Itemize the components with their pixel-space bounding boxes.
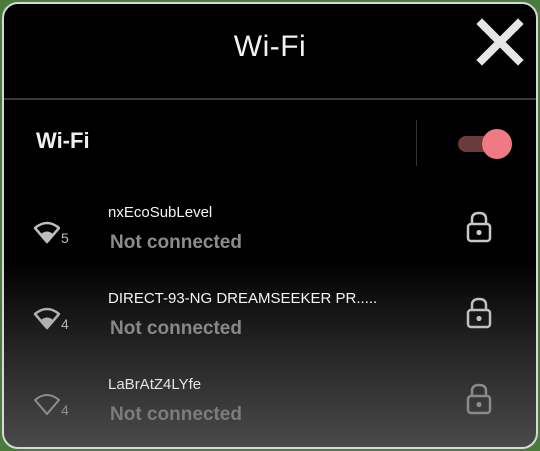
wifi-dialog: Wi-Fi Wi-Fi 5 nxEcoSubLevel Not connecte… xyxy=(2,2,538,449)
network-name: nxEcoSubLevel xyxy=(108,204,213,221)
divider xyxy=(416,120,417,166)
network-item[interactable]: 4 LaBrAtZ4LYfe Not connected xyxy=(4,362,536,447)
signal-number: 5 xyxy=(61,230,69,246)
lock-icon xyxy=(464,382,494,416)
signal-number: 4 xyxy=(61,402,69,418)
toggle-knob xyxy=(482,129,512,159)
network-status: Not connected xyxy=(110,232,242,253)
wifi-toggle-label: Wi-Fi xyxy=(36,128,90,153)
network-status: Not connected xyxy=(110,404,242,425)
network-name: LaBrAtZ4LYfe xyxy=(108,376,202,393)
wifi-signal-icon: 4 xyxy=(32,388,78,424)
close-button[interactable] xyxy=(474,16,526,68)
lock-icon xyxy=(464,210,494,244)
network-name: DIRECT-93-NG DREAMSEEKER PR..... xyxy=(108,290,378,307)
wifi-toggle-switch[interactable] xyxy=(456,128,512,159)
wifi-signal-icon: 4 xyxy=(32,302,78,338)
wifi-toggle-row: Wi-Fi xyxy=(4,100,536,182)
network-status: Not connected xyxy=(110,318,242,339)
lock-icon xyxy=(464,296,494,330)
network-item[interactable]: 5 nxEcoSubLevel Not connected xyxy=(4,190,536,276)
dialog-header: Wi-Fi xyxy=(4,4,536,100)
signal-number: 4 xyxy=(61,316,69,332)
close-icon xyxy=(476,18,524,66)
network-item[interactable]: 4 DIRECT-93-NG DREAMSEEKER PR..... Not c… xyxy=(4,276,536,362)
wifi-signal-icon: 5 xyxy=(32,216,78,252)
dialog-title: Wi-Fi xyxy=(233,30,307,63)
